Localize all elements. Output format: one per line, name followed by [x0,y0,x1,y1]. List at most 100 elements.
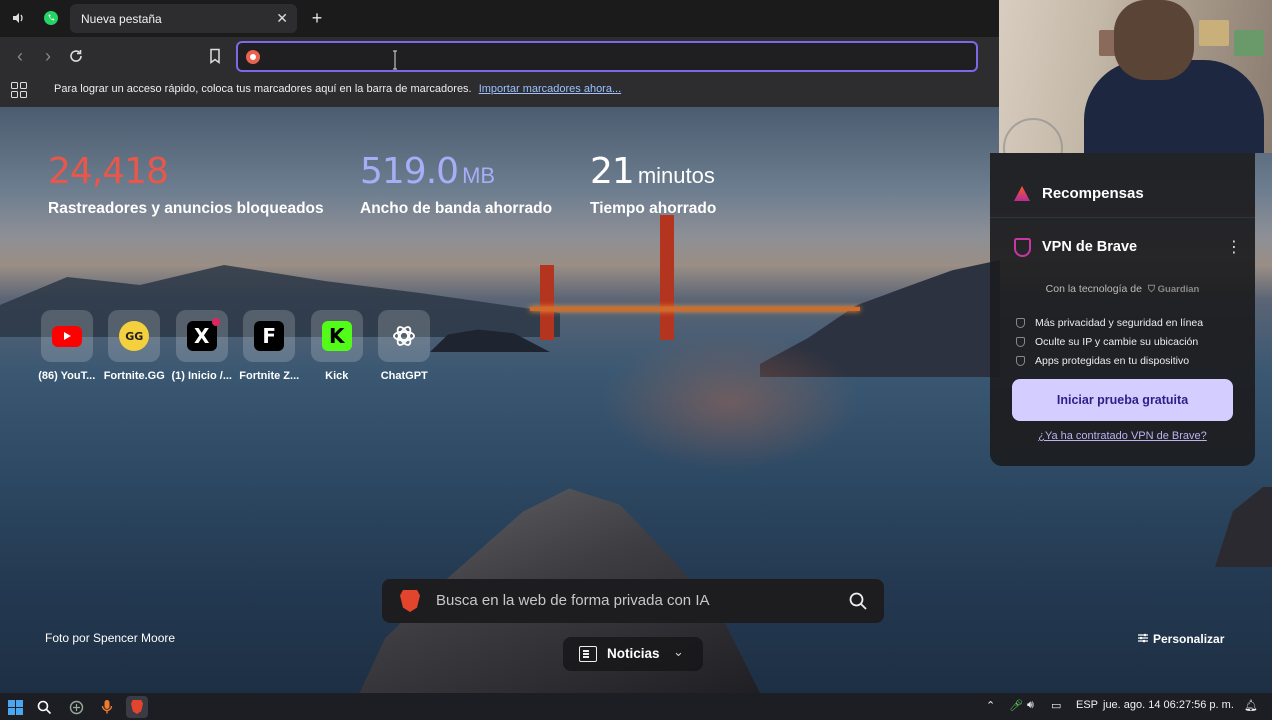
chatgpt-icon [389,321,419,351]
fan [1003,118,1063,153]
search-icon[interactable] [33,696,55,718]
powered-by-text: Con la tecnología de [1045,283,1142,295]
kick-icon: K [321,321,352,351]
person-head [1114,0,1194,80]
news-button[interactable]: Noticias ⌄ [563,637,703,671]
chevron-up-icon[interactable]: ⌃ [986,699,995,712]
close-icon[interactable]: ✕ [276,10,288,27]
bridge-tower [540,265,554,340]
trackers-label: Rastreadores y anuncios bloqueados [48,200,324,217]
site-tile[interactable]: X [175,310,228,362]
rewards-icon [1014,186,1030,201]
address-input[interactable] [266,47,966,67]
top-site-chatgpt[interactable]: ChatGPT [371,310,439,382]
light-reflection [600,332,860,472]
windows-start-icon[interactable] [4,696,26,718]
bridge-deck [530,307,860,311]
site-label: ChatGPT [380,370,428,382]
x-icon: X [186,318,220,351]
clock[interactable]: jue. ago. 14 06:27:56 p. m. [1103,699,1234,711]
language-indicator[interactable]: ESP [1076,699,1098,711]
divider [990,217,1255,218]
microphone-icon[interactable]: 🎤︎ [1009,699,1023,712]
start-free-trial-button[interactable]: Iniciar prueba gratuita [1012,379,1233,421]
audio-icon[interactable] [6,7,30,29]
tab-nueva-pestana[interactable]: Nueva pestaña ✕ [70,4,297,33]
taskbar: ⌃ 🎤︎ 🔊︎ ▭ ESP jue. ago. 14 06:27:56 p. m… [0,693,1272,720]
tab-strip: Nueva pestaña ✕ + [0,0,999,37]
stat-time: 21 minutos Tiempo ahorrado [590,152,716,218]
rewards-title[interactable]: Recompensas [1042,185,1144,202]
feature-item: Oculte su IP y cambie su ubicación [1016,332,1203,351]
feature-text: Más privacidad y seguridad en línea [1035,316,1204,329]
top-site-youtube[interactable]: (86) YouT... [33,310,101,382]
sliders-icon [1138,633,1148,643]
stat-bandwidth: 519.0 MB Ancho de banda ahorrado [360,152,552,218]
photo-credit[interactable]: Foto por Spencer Moore [45,631,175,645]
bandwidth-unit: MB [462,163,496,188]
bookmark-icon[interactable] [204,45,226,67]
shield-check-icon [1016,336,1025,347]
site-tile[interactable] [378,310,431,362]
top-site-kick[interactable]: K Kick [303,310,371,382]
forward-button[interactable]: › [37,45,59,67]
reload-button[interactable] [65,45,87,67]
import-bookmarks-link[interactable]: Importar marcadores ahora... [479,83,621,95]
guardian-logo: ⛉ Guardian [1147,284,1200,295]
top-site-fortnite-gg[interactable]: GG Fortnite.GG [101,310,169,382]
time-label: Tiempo ahorrado [590,200,717,217]
top-site-x[interactable]: X (1) Inicio /... [168,310,236,382]
vpn-features: Más privacidad y seguridad en línea Ocul… [1016,313,1203,370]
bridge-tower [660,215,674,340]
search-placeholder: Busca en la web de forma privada con IA [436,592,710,609]
site-tile[interactable] [40,310,93,362]
time-value: 21 [590,151,635,192]
apps-grid-icon[interactable] [11,82,27,98]
customize-label: Personalizar [1153,632,1225,646]
webcam-overlay [999,0,1272,153]
fortnite-gg-icon: GG [119,321,150,351]
back-button[interactable]: ‹ [9,45,31,67]
news-label: Noticias [607,646,660,661]
top-site-fortnite-z[interactable]: F Fortnite Z... [236,310,304,382]
site-label: Fortnite.GG [103,370,165,382]
stat-trackers: 24,418 Rastreadores y anuncios bloqueado… [48,152,324,218]
site-tile[interactable]: K [310,310,363,362]
shield-check-icon [1016,355,1025,366]
text-cursor-icon [393,50,397,70]
site-tile[interactable]: GG [108,310,161,362]
bandwidth-label: Ancho de banda ahorrado [360,200,553,217]
vpn-shield-icon [1014,238,1031,257]
notification-bell-icon[interactable]: 🔔︎ [1244,699,1258,712]
search-box[interactable]: Busca en la web de forma privada con IA [382,579,884,623]
new-tab-button[interactable]: + [307,7,327,29]
already-subscribed-link[interactable]: ¿Ya ha contratado VPN de Brave? [990,430,1255,442]
display-icon[interactable]: ▭ [1051,699,1061,712]
microphone-app-icon[interactable] [96,696,118,718]
search-icon[interactable] [848,591,868,611]
chevron-down-icon: ⌄ [673,644,684,659]
app-icon[interactable] [65,696,87,718]
bookmarks-hint: Para lograr un acceso rápido, coloca tus… [54,83,621,95]
whatsapp-icon[interactable] [39,7,63,29]
rock [1215,487,1272,567]
brave-shields-icon[interactable] [246,50,260,64]
bookmarks-message: Para lograr un acceso rápido, coloca tus… [54,83,472,95]
toolbar: ‹ › [0,37,999,74]
address-bar[interactable] [236,41,978,72]
volume-icon[interactable]: 🔊︎ [1027,699,1034,712]
more-options-icon[interactable]: ⋮ [1226,237,1242,257]
vpn-title: VPN de Brave [1042,239,1138,255]
customize-button[interactable]: Personalizar [1138,632,1224,646]
feature-text: Apps protegidas en tu dispositivo [1035,354,1190,367]
news-icon [579,646,597,662]
feature-item: Más privacidad y seguridad en línea [1016,313,1203,332]
guardian-label: Guardian [1157,284,1200,295]
shield-check-icon [1016,317,1025,328]
bookmarks-bar: Para lograr un acceso rápido, coloca tus… [0,74,999,107]
brave-lion-icon [400,590,420,612]
site-tile[interactable]: F [243,310,296,362]
bandwidth-value: 519.0 [360,151,459,192]
brave-browser-icon[interactable] [126,696,148,718]
time-unit: minutos [637,163,715,188]
